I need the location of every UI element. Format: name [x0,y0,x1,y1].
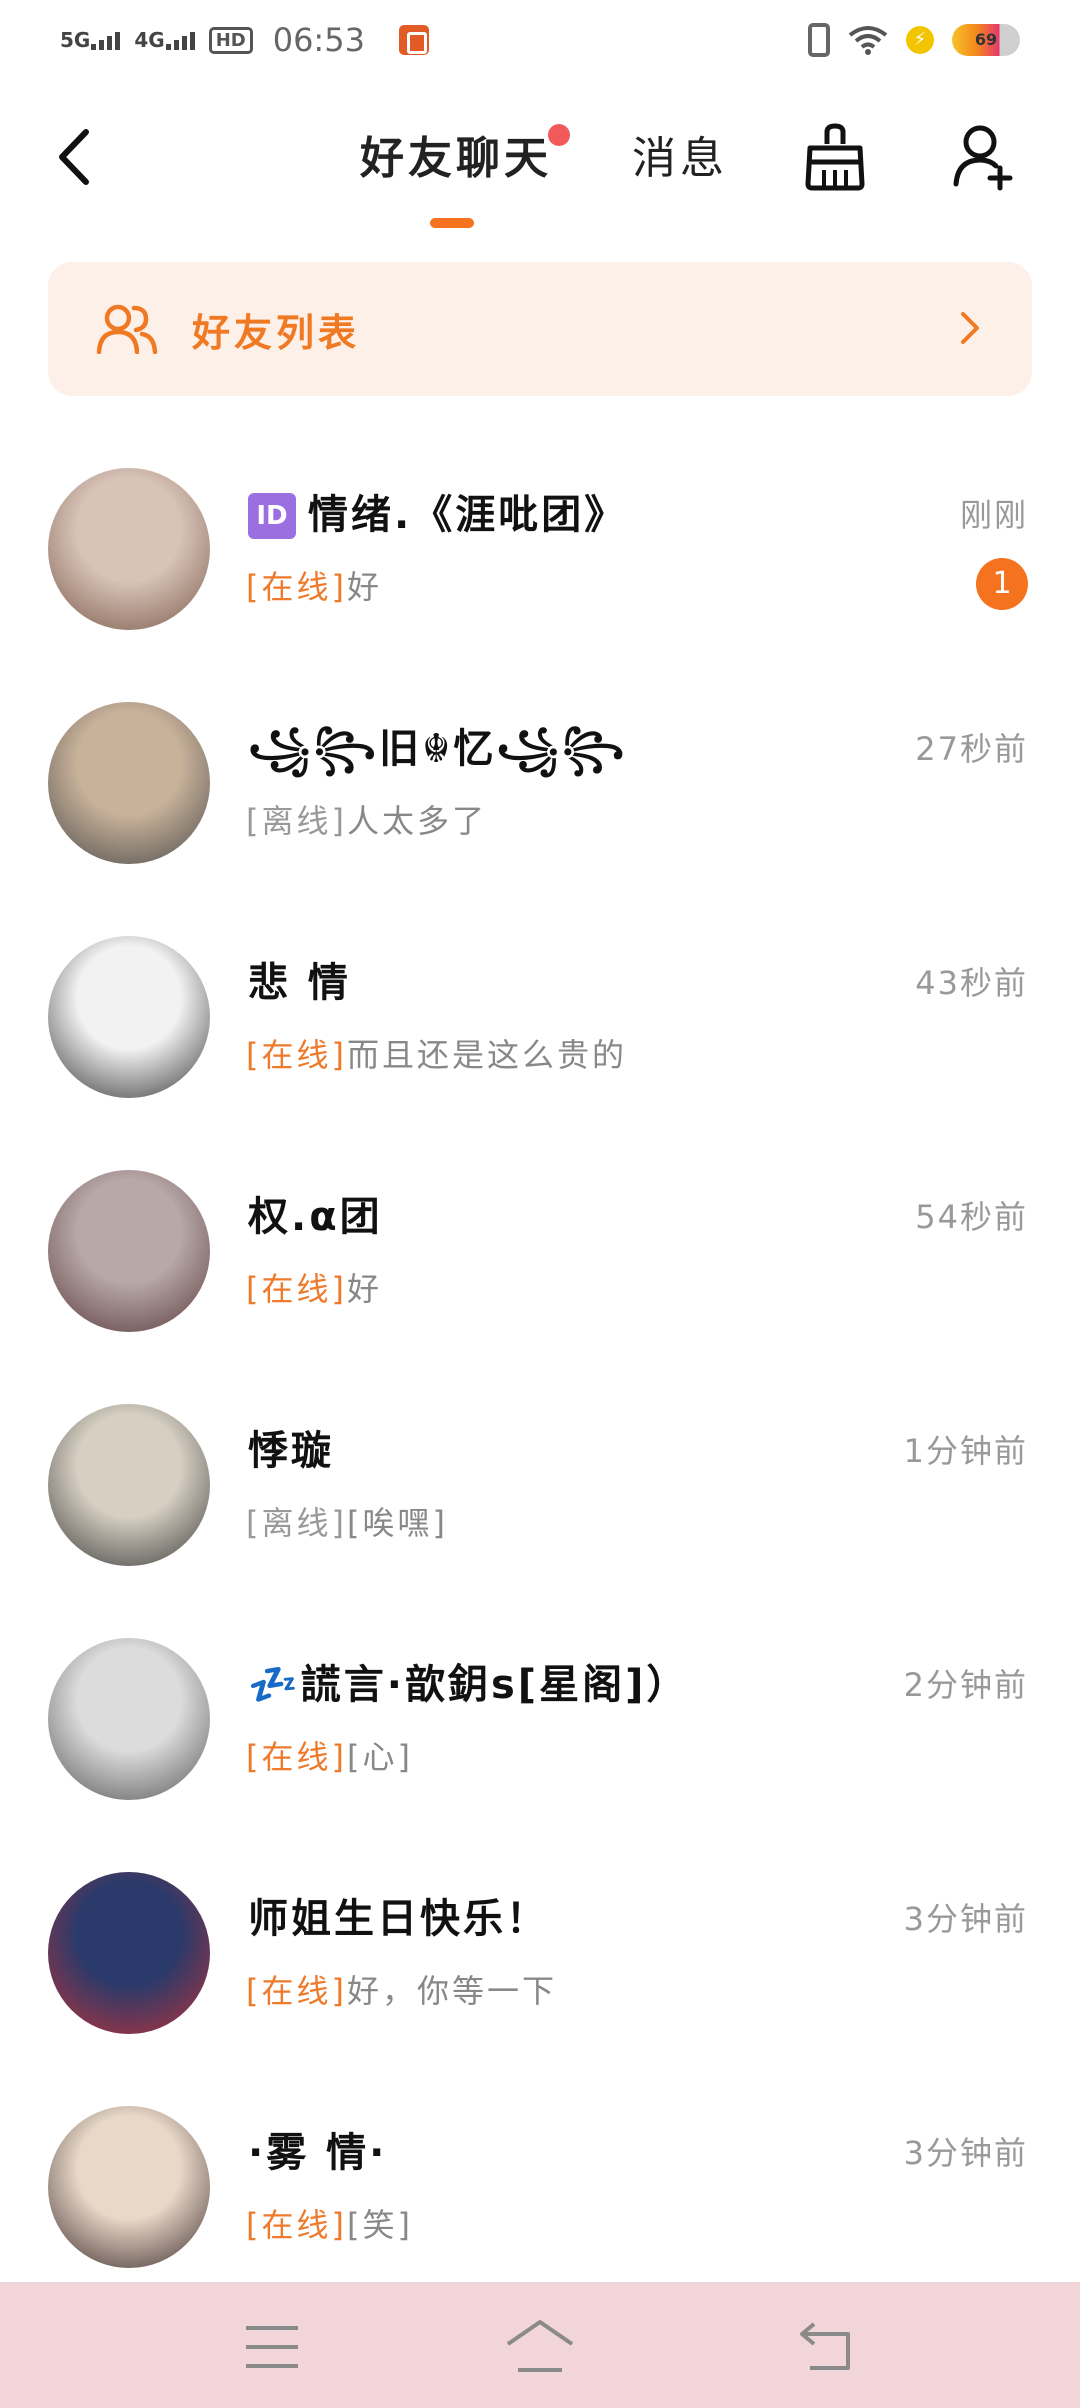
status-left: 5G 4G HD 06:53 [60,21,429,59]
4g-signal-icon: 4G [134,28,195,52]
online-status-tag: [在线] [246,568,347,606]
chat-item[interactable]: 师姐生日快乐！ 3分钟前 [在线]好，你等一下 [0,1864,1080,2098]
online-status-tag: [在线] [246,2206,347,2244]
chat-name: ·雾 情· [248,2120,387,2178]
chat-preview: [在线]好 [246,1264,382,1310]
tab-messages[interactable]: 消息 [632,122,728,186]
charging-icon: ⚡ [906,26,934,54]
chat-name: 悸璇 [248,1418,334,1476]
online-status-tag: [在线] [246,1036,347,1074]
chat-name-text: 悸璇 [248,1428,334,1474]
last-message: 好 [346,1270,382,1308]
menu-icon[interactable] [244,2322,300,2372]
chat-time: 3分钟前 [903,2134,1028,2172]
wifi-icon [848,26,888,55]
chat-time: 54秒前 [915,1198,1028,1236]
last-message: [唉嘿] [346,1504,448,1542]
chat-preview: [离线]人太多了 [246,796,487,842]
online-status-tag: [在线] [246,1972,347,2010]
avatar[interactable] [48,936,210,1098]
chat-preview: [在线][心] [246,1732,413,1778]
online-status-tag: [在线] [246,1738,347,1776]
status-right: ⚡ 69 [808,23,1020,57]
id-badge-icon: ID [248,493,296,539]
chat-time: 刚刚 [959,496,1028,534]
chat-name-text: 师姐生日快乐！ [248,1896,549,1942]
chat-time: 1分钟前 [903,1432,1028,1470]
online-status-tag: [在线] [246,1270,347,1308]
chat-preview: [在线]好，你等一下 [246,1966,557,2012]
chat-item[interactable]: ꧁꧂旧☬忆꧁꧂ 27秒前 [离线]人太多了 [0,694,1080,928]
chat-item[interactable]: 悲 情 43秒前 [在线]而且还是这么贵的 [0,928,1080,1162]
chat-time: 27秒前 [915,730,1028,768]
status-bar: 5G 4G HD 06:53 ⚡ 69 [0,0,1080,80]
chat-name-text: ꧁꧂旧☬忆꧁꧂ [248,726,628,772]
online-status-tag: [离线] [246,802,347,840]
chat-name: 权.α团 [248,1184,383,1242]
chat-name-text: 💤謊言·歆鈅s[星阁]） [248,1662,690,1708]
top-nav: 好友聊天 消息 [0,100,1080,240]
battery-indicator: 69 [952,24,1020,56]
chat-name-text: 悲 情 [248,960,351,1006]
avatar[interactable] [48,1404,210,1566]
chat-preview: [在线][笑] [246,2200,413,2246]
add-friend-icon[interactable] [950,120,1022,192]
chat-name-text: 权.α团 [248,1194,383,1240]
chat-item[interactable]: 💤謊言·歆鈅s[星阁]） 2分钟前 [在线][心] [0,1630,1080,1864]
avatar[interactable] [48,2106,210,2268]
chat-name: 悲 情 [248,950,351,1008]
app-notification-icon [398,25,429,55]
chat-name-text: ·雾 情· [248,2130,388,2176]
friends-group-icon [96,304,158,354]
avatar[interactable] [48,1170,210,1332]
last-message: [笑] [346,2206,413,2244]
5g-signal-icon: 5G [60,28,121,52]
vibrate-icon [808,23,830,57]
avatar[interactable] [48,1872,210,2034]
chat-item[interactable]: 权.α团 54秒前 [在线]好 [0,1162,1080,1396]
friend-list-entry[interactable]: 好友列表 [48,262,1032,396]
tab-friends-chat[interactable]: 好友聊天 [360,122,552,186]
back-nav-icon[interactable] [796,2320,852,2372]
chat-time: 3分钟前 [903,1900,1028,1938]
chevron-right-icon [961,312,979,344]
status-time: 06:53 [272,21,365,59]
unread-dot [548,124,570,146]
chat-name: 💤謊言·歆鈅s[星阁]） [248,1652,689,1710]
back-button[interactable] [48,122,108,192]
last-message: 好，你等一下 [346,1972,557,2010]
home-icon[interactable] [504,2318,576,2374]
last-message: 而且还是这么贵的 [346,1036,627,1074]
avatar[interactable] [48,1638,210,1800]
unread-count-badge: 1 [976,558,1028,610]
avatar[interactable] [48,468,210,630]
avatar[interactable] [48,702,210,864]
chat-name: ꧁꧂旧☬忆꧁꧂ [248,716,627,799]
last-message: 人太多了 [346,802,487,840]
chat-preview: [离线][唉嘿] [246,1498,448,1544]
chat-list: ID 情绪.《涯吡团》 刚刚 [在线]好 1 ꧁꧂旧☬忆꧁꧂ 27秒前 [离线]人太多了悲 情… [0,460,1080,2332]
chat-name: ID 情绪.《涯吡团》 [248,482,627,540]
system-nav-bar [0,2282,1080,2408]
active-tab-indicator [430,218,474,228]
chat-name: 师姐生日快乐！ [248,1886,549,1944]
chat-preview: [在线]好 [246,562,382,608]
chat-preview: [在线]而且还是这么贵的 [246,1030,627,1076]
chat-time: 43秒前 [915,964,1028,1002]
chat-time: 2分钟前 [903,1666,1028,1704]
last-message: 好 [346,568,382,606]
friend-list-label: 好友列表 [192,310,361,355]
chat-name-text: 情绪.《涯吡团》 [308,492,628,538]
clean-broom-icon[interactable] [800,122,870,192]
hd-icon: HD [208,26,253,54]
last-message: [心] [346,1738,413,1776]
chat-item[interactable]: 悸璇 1分钟前 [离线][唉嘿] [0,1396,1080,1630]
online-status-tag: [离线] [246,1504,347,1542]
chat-item[interactable]: ID 情绪.《涯吡团》 刚刚 [在线]好 1 [0,460,1080,694]
